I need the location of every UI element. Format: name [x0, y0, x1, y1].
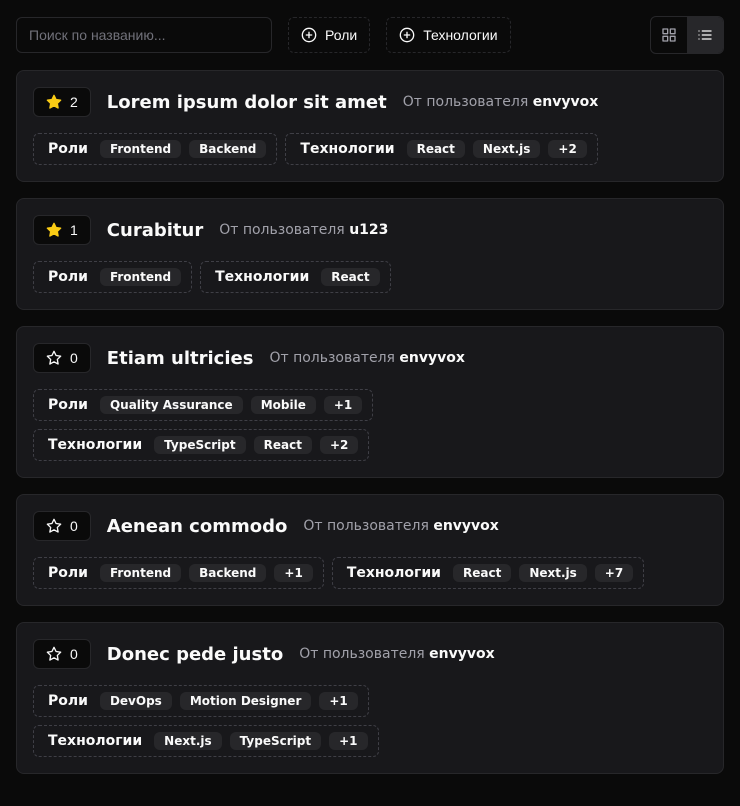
tech-label: Технологии: [343, 565, 445, 581]
tech-badge: React: [321, 268, 379, 286]
role-badge: Frontend: [100, 268, 181, 286]
author-text: От пользователя envyvox: [303, 518, 498, 534]
star-icon: [46, 350, 62, 366]
project-title: Etiam ultricies: [107, 348, 254, 369]
star-count: 2: [70, 94, 78, 110]
project-card[interactable]: 0 Donec pede justo От пользователя envyvox…: [16, 622, 724, 774]
role-more-badge: +1: [324, 396, 362, 414]
tech-label: Технологии: [44, 733, 146, 749]
star-count: 0: [70, 350, 78, 366]
grid-view-button[interactable]: [651, 17, 687, 53]
plus-circle-icon: [399, 27, 415, 43]
roles-group: Роли Frontend Backend +1: [33, 557, 324, 589]
author-text: От пользователя envyvox: [269, 350, 464, 366]
filter-tech-button[interactable]: Технологии: [386, 17, 510, 53]
roles-group: Роли Quality Assurance Mobile +1: [33, 389, 373, 421]
star-button[interactable]: 1: [33, 215, 91, 245]
author-name: envyvox: [533, 94, 599, 110]
tech-more-badge: +7: [595, 564, 633, 582]
tech-group: Технологии TypeScript React +2: [33, 429, 369, 461]
roles-group: Роли Frontend: [33, 261, 192, 293]
role-badge: Mobile: [251, 396, 316, 414]
project-card[interactable]: 0 Aenean commodo От пользователя envyvox Ро…: [16, 494, 724, 606]
grid-icon: [661, 27, 677, 43]
roles-group: Роли DevOps Motion Designer +1: [33, 685, 369, 717]
tech-badge: TypeScript: [230, 732, 321, 750]
star-icon: [46, 222, 62, 238]
star-icon: [46, 94, 62, 110]
tech-group: Технологии React Next.js +7: [332, 557, 644, 589]
roles-group: Роли Frontend Backend: [33, 133, 277, 165]
author-name: u123: [349, 222, 388, 238]
list-icon: [697, 27, 713, 43]
roles-label: Роли: [44, 397, 92, 413]
tech-badge: React: [453, 564, 511, 582]
project-card[interactable]: 2 Lorem ipsum dolor sit amet От пользовате…: [16, 70, 724, 182]
tech-badge: Next.js: [519, 564, 586, 582]
tech-label: Технологии: [44, 437, 146, 453]
roles-label: Роли: [44, 565, 92, 581]
author-text: От пользователя u123: [219, 222, 388, 238]
tech-label: Технологии: [211, 269, 313, 285]
tech-more-badge: +2: [548, 140, 586, 158]
role-badge: Frontend: [100, 140, 181, 158]
star-button[interactable]: 0: [33, 639, 91, 669]
role-badge: Backend: [189, 140, 266, 158]
filter-roles-label: Роли: [325, 27, 357, 43]
star-count: 0: [70, 646, 78, 662]
search-input[interactable]: [16, 17, 272, 53]
list-view-button[interactable]: [687, 17, 723, 53]
star-icon: [46, 518, 62, 534]
project-title: Donec pede justo: [107, 644, 283, 665]
tech-badge: React: [407, 140, 465, 158]
tech-badge: React: [254, 436, 312, 454]
tech-badge: Next.js: [473, 140, 540, 158]
view-toggle: [650, 16, 724, 54]
tech-label: Технологии: [296, 141, 398, 157]
roles-label: Роли: [44, 693, 92, 709]
tech-group: Технологии React: [200, 261, 391, 293]
author-text: От пользователя envyvox: [299, 646, 494, 662]
role-more-badge: +1: [274, 564, 312, 582]
star-count: 0: [70, 518, 78, 534]
project-title: Curabitur: [107, 220, 203, 241]
plus-circle-icon: [301, 27, 317, 43]
tech-badge: Next.js: [154, 732, 221, 750]
tech-more-badge: +1: [329, 732, 367, 750]
role-badge: Backend: [189, 564, 266, 582]
tech-group: Технологии React Next.js +2: [285, 133, 597, 165]
tech-more-badge: +2: [320, 436, 358, 454]
roles-label: Роли: [44, 141, 92, 157]
author-text: От пользователя envyvox: [403, 94, 598, 110]
tech-group: Технологии Next.js TypeScript +1: [33, 725, 379, 757]
tech-badge: TypeScript: [154, 436, 245, 454]
author-name: envyvox: [429, 646, 495, 662]
role-badge: Frontend: [100, 564, 181, 582]
role-badge: Motion Designer: [180, 692, 312, 710]
star-count: 1: [70, 222, 78, 238]
author-name: envyvox: [399, 350, 465, 366]
role-badge: DevOps: [100, 692, 172, 710]
project-title: Lorem ipsum dolor sit amet: [107, 92, 387, 113]
author-name: envyvox: [433, 518, 499, 534]
star-button[interactable]: 0: [33, 343, 91, 373]
filter-tech-label: Технологии: [423, 27, 497, 43]
roles-label: Роли: [44, 269, 92, 285]
star-button[interactable]: 2: [33, 87, 91, 117]
project-title: Aenean commodo: [107, 516, 288, 537]
project-card[interactable]: 0 Etiam ultricies От пользователя envyvox Р…: [16, 326, 724, 478]
star-button[interactable]: 0: [33, 511, 91, 541]
role-badge: Quality Assurance: [100, 396, 243, 414]
role-more-badge: +1: [319, 692, 357, 710]
filter-roles-button[interactable]: Роли: [288, 17, 370, 53]
project-card[interactable]: 1 Curabitur От пользователя u123 Роли Fronte…: [16, 198, 724, 310]
star-icon: [46, 646, 62, 662]
